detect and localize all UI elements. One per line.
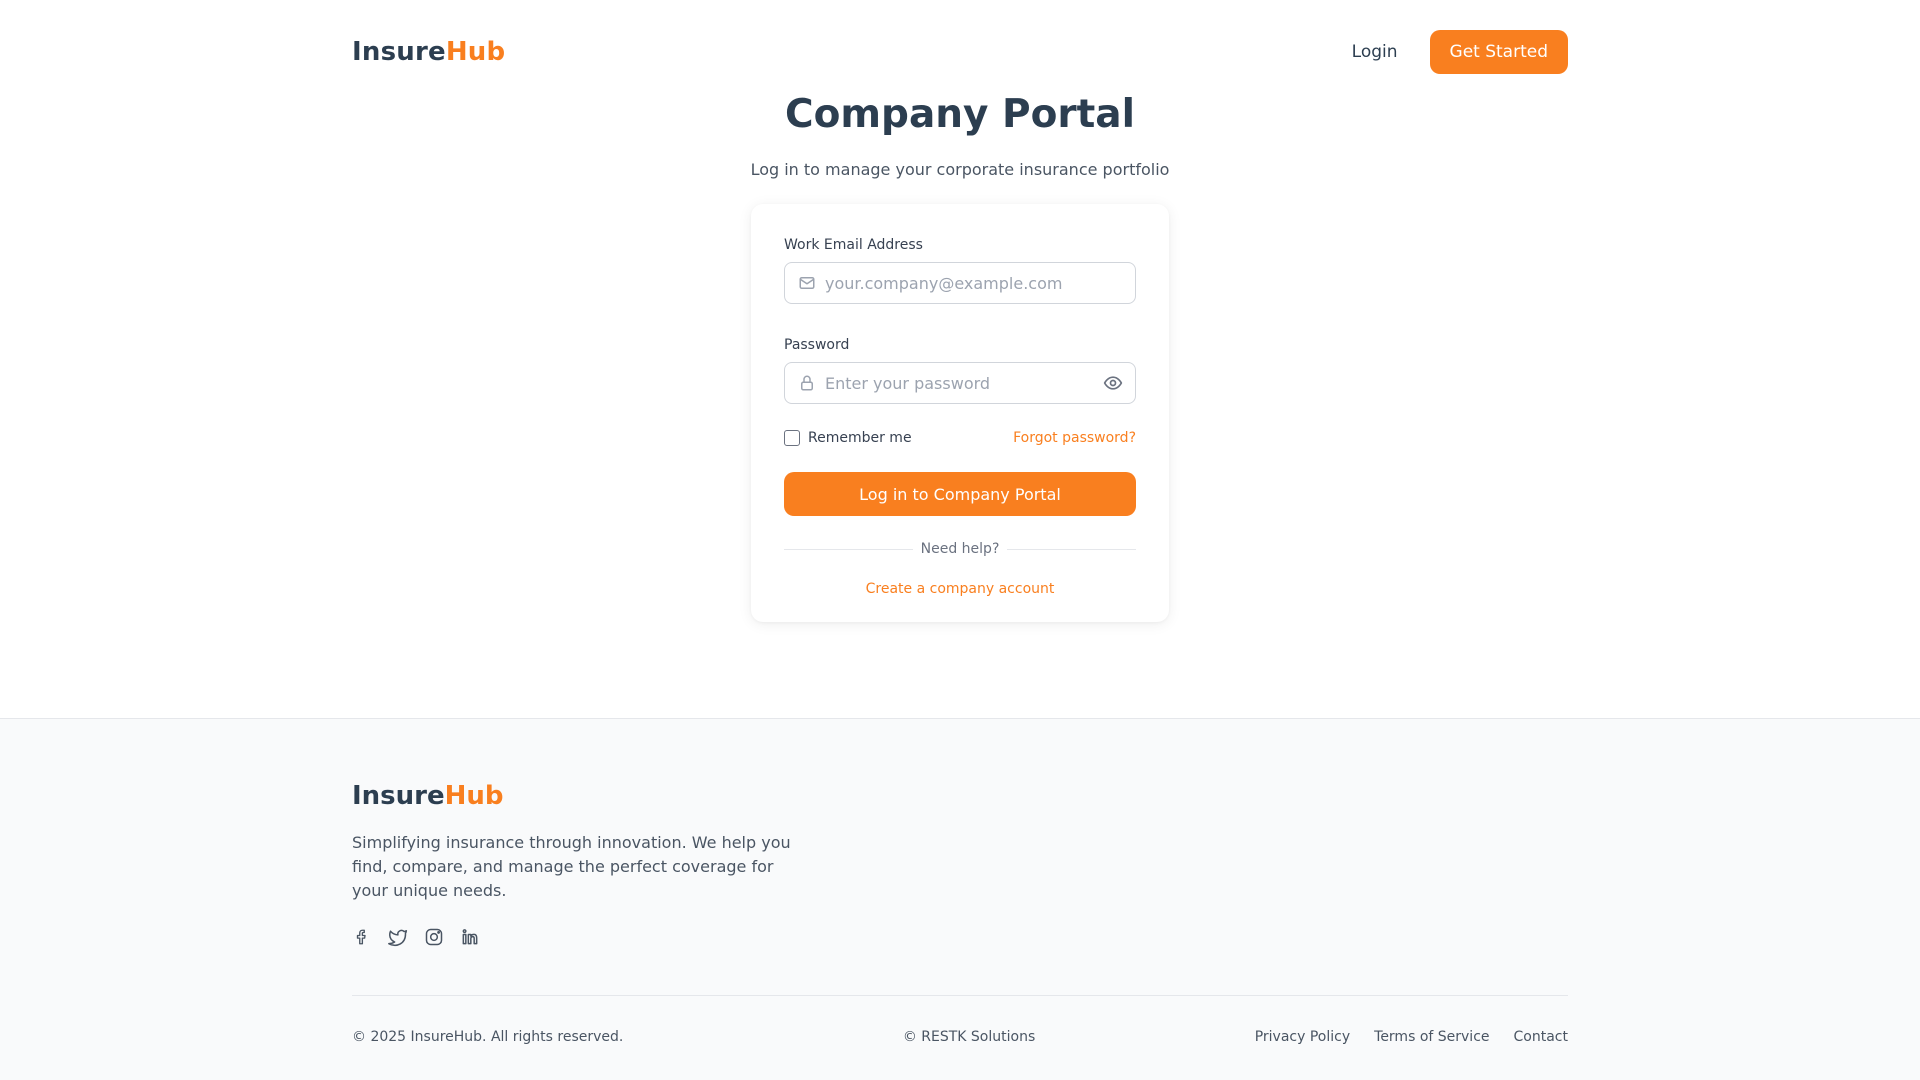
footer-description: Simplifying insurance through innovation… xyxy=(352,833,791,900)
help-divider: Need help? xyxy=(784,540,1137,558)
brand-name-main: Insure xyxy=(352,37,446,67)
remember-me[interactable]: Remember me xyxy=(784,430,912,446)
credit-text: © RESTK Solutions xyxy=(902,1029,1036,1045)
remember-label: Remember me xyxy=(808,430,912,446)
contact-link[interactable]: Contact xyxy=(1514,1029,1568,1045)
footer-brand-accent: Hub xyxy=(444,781,504,811)
help-label: Need help? xyxy=(920,541,1000,557)
header-nav: Login Get Started xyxy=(1352,30,1568,74)
brand-logo[interactable]: InsureHub xyxy=(352,37,505,67)
twitter-icon[interactable] xyxy=(388,927,408,947)
create-account-link[interactable]: Create a company account xyxy=(866,581,1055,597)
login-submit-button[interactable]: Log in to Company Portal xyxy=(784,472,1136,516)
linkedin-icon[interactable] xyxy=(460,927,480,947)
page-subtitle: Log in to manage your corporate insuranc… xyxy=(750,160,1170,179)
eye-icon[interactable] xyxy=(1103,373,1123,393)
footer-logo[interactable]: InsureHub xyxy=(352,781,504,811)
facebook-icon[interactable] xyxy=(352,927,372,947)
instagram-icon[interactable] xyxy=(424,927,444,947)
divider-line-right xyxy=(1007,548,1137,550)
password-input[interactable] xyxy=(825,373,1103,393)
hero: Company Portal Log in to manage your cor… xyxy=(0,90,1920,179)
remember-checkbox[interactable] xyxy=(784,430,800,446)
site-header: InsureHub Login Get Started xyxy=(352,30,1568,74)
social-links xyxy=(352,927,480,947)
footer-divider xyxy=(352,995,1568,996)
footer-links: Privacy Policy Terms of Service Contact xyxy=(1255,1029,1568,1045)
password-field[interactable] xyxy=(784,362,1136,404)
login-card: Work Email Address Password Remember me … xyxy=(751,204,1169,622)
login-link[interactable]: Login xyxy=(1352,42,1398,62)
divider-line-left xyxy=(784,548,913,550)
login-options: Remember me Forgot password? xyxy=(784,428,1136,448)
terms-of-service-link[interactable]: Terms of Service xyxy=(1374,1029,1489,1045)
footer-bottom: © 2025 InsureHub. All rights reserved. ©… xyxy=(352,1029,1568,1045)
get-started-button[interactable]: Get Started xyxy=(1429,30,1568,74)
lock-icon xyxy=(797,373,817,393)
brand-name-accent: Hub xyxy=(445,37,506,67)
footer-brand-main: Insure xyxy=(352,781,445,811)
site-footer: InsureHub Simplifying insurance through … xyxy=(0,718,1920,1080)
email-input[interactable] xyxy=(825,273,1123,293)
email-field[interactable] xyxy=(784,262,1136,304)
password-label: Password xyxy=(784,337,850,353)
mail-icon xyxy=(797,273,817,293)
forgot-password-link[interactable]: Forgot password? xyxy=(1013,430,1136,446)
copyright-text: © 2025 InsureHub. All rights reserved. xyxy=(352,1029,624,1045)
privacy-policy-link[interactable]: Privacy Policy xyxy=(1255,1029,1350,1045)
email-label: Work Email Address xyxy=(784,237,923,253)
page-title: Company Portal xyxy=(785,92,1135,137)
create-account-row: Create a company account xyxy=(784,578,1136,597)
